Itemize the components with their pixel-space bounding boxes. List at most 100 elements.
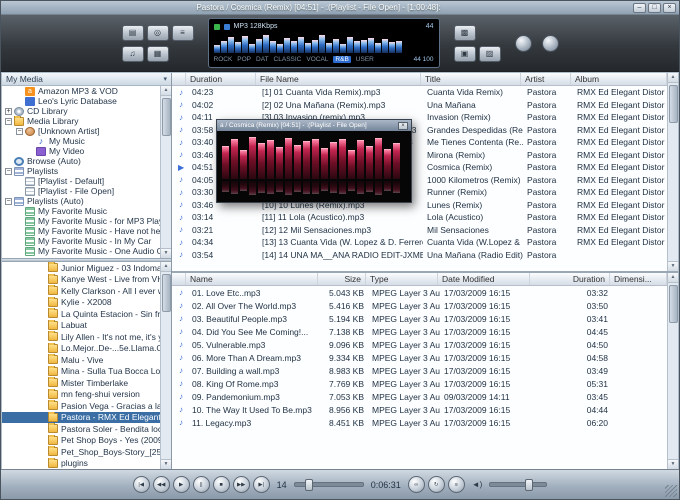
file-row[interactable]: ♪10. The Way It Used To Be.mp38.956 KBMP… [172, 403, 667, 416]
modified-column-header[interactable]: Date Modified [438, 273, 530, 285]
scrollbar-thumb[interactable] [669, 85, 678, 123]
rewind-button[interactable]: ◀◀ [153, 476, 170, 493]
media-tree-item[interactable]: Leo's Lyric Database [2, 96, 160, 106]
media-tree-item[interactable]: My Favorite Music [2, 206, 160, 216]
media-tree-item[interactable]: [Playlist - Default] [2, 176, 160, 186]
duration-column-header[interactable]: Duration [530, 273, 610, 285]
playlist-row[interactable]: ♪04:23[1] 01 Cuanta Vida Remix).mp3Cuant… [172, 86, 667, 99]
media-tree-item[interactable]: −Playlists [2, 166, 160, 176]
file-row[interactable]: ♪03. Beautiful People.mp35.194 KBMPEG La… [172, 312, 667, 325]
eq-preset[interactable]: USER [356, 56, 374, 63]
folder-tree-item[interactable]: Pet Shop Boys - Yes (2009 ... [2, 435, 160, 447]
media-tree-item[interactable]: My Music [2, 136, 160, 146]
folder-tree-item[interactable]: La Quinta Estacion - Sin fre... [2, 308, 160, 320]
size-column-header[interactable]: Size [318, 273, 366, 285]
title-column-header[interactable]: Title [421, 73, 521, 85]
close-button[interactable]: × [663, 3, 676, 13]
playlist-row[interactable]: ♪03:54[14] 14 UNA MA__ANA RADIO EDIT-JXM… [172, 249, 667, 262]
media-tree-item[interactable]: +CD Library [2, 106, 160, 116]
skin-button[interactable]: ▨ [479, 46, 501, 62]
previous-button[interactable]: |◀ [133, 476, 150, 493]
volume-slider[interactable] [489, 482, 547, 487]
scrollbar-thumb[interactable] [669, 285, 678, 323]
folder-tree-item[interactable]: Kylie - X2008 [2, 297, 160, 309]
folder-tree-item[interactable]: Mister Timberlake [2, 377, 160, 389]
eq-preset[interactable]: CLASSIC [274, 56, 302, 63]
visualization-button[interactable]: ▩ [454, 25, 476, 41]
scrollbar-thumb[interactable] [162, 98, 171, 136]
file-row[interactable]: ♪06. More Than A Dream.mp39.334 KBMPEG L… [172, 351, 667, 364]
folder-tree-item[interactable]: Pastora - RMX Ed Elegant E... [2, 412, 160, 424]
tree-expander-icon[interactable]: + [5, 108, 12, 115]
folder-tree-item[interactable]: Malu - Vive [2, 354, 160, 366]
media-tree-item[interactable]: Amazon MP3 & VOD [2, 86, 160, 96]
folder-tree-item[interactable]: Kanye West - Live from VH1... [2, 274, 160, 286]
balance-knob[interactable] [542, 35, 559, 52]
scrollbar-thumb[interactable] [162, 274, 171, 312]
duration-column-header[interactable]: Duration [186, 73, 256, 85]
scroll-up-icon[interactable]: ▲ [668, 73, 678, 83]
media-tree-item[interactable]: [Playlist - File Open] [2, 186, 160, 196]
equalizer-button[interactable]: ♫ [122, 46, 144, 62]
scroll-up-icon[interactable]: ▲ [161, 86, 171, 96]
file-row[interactable]: ♪05. Vulnerable.mp39.096 KBMPEG Layer 3 … [172, 338, 667, 351]
type-column-header[interactable]: Type [366, 273, 438, 285]
eq-preset[interactable]: R&B [333, 56, 350, 63]
open-disc-button[interactable]: ◎ [147, 25, 169, 41]
eq-preset[interactable]: VOCAL [306, 56, 328, 63]
shuffle-button[interactable]: ∞ [408, 476, 425, 493]
folder-tree-item[interactable]: Junior Miguez - 03 Indomabl... [2, 262, 160, 274]
media-tree-scrollbar[interactable]: ▲ ▼ [160, 86, 171, 258]
media-tree-item[interactable]: My Favorite Music - In My Car [2, 236, 160, 246]
eq-preset[interactable]: ROCK [214, 56, 233, 63]
playlist-row[interactable]: ♪04:34[13] 13 Cuanta Vida (W. Lopez & D.… [172, 236, 667, 249]
open-file-button[interactable]: ▤ [122, 25, 144, 41]
playlist-scrollbar[interactable]: ▲ ▼ [667, 73, 678, 271]
scroll-down-icon[interactable]: ▼ [668, 261, 678, 271]
file-row[interactable]: ♪01. Love Etc..mp35.043 KBMPEG Layer 3 A… [172, 286, 667, 299]
next-button[interactable]: ▶| [253, 476, 270, 493]
file-row[interactable]: ♪07. Building a wall.mp38.983 KBMPEG Lay… [172, 364, 667, 377]
close-icon[interactable]: × [398, 122, 408, 130]
repeat-button[interactable]: ↻ [428, 476, 445, 493]
stop-button[interactable]: ■ [213, 476, 230, 493]
file-row[interactable]: ♪08. King Of Rome.mp37.769 KBMPEG Layer … [172, 377, 667, 390]
name-column-header[interactable]: Name [186, 273, 318, 285]
scroll-down-icon[interactable]: ▼ [161, 248, 171, 258]
playlist-row[interactable]: ♪04:02[2] 02 Una Mañana (Remix).mp3Una M… [172, 99, 667, 112]
tree-expander-icon[interactable]: − [5, 168, 12, 175]
icon-column-header[interactable] [172, 73, 186, 85]
title-bar[interactable]: Pastora / Cosmica (Remix) [04:51] - :(Pl… [1, 1, 679, 15]
media-tree-item[interactable]: My Favorite Music - for MP3 Player (1G..… [2, 216, 160, 226]
media-panel-header[interactable]: My Media ▾ [2, 73, 171, 86]
filename-column-header[interactable]: File Name [256, 73, 421, 85]
chevron-down-icon[interactable]: ▾ [163, 75, 167, 83]
folder-tree-item[interactable]: Lo.Mejor..De-...5e.Llama.C... [2, 343, 160, 355]
media-library-button[interactable]: ▣ [454, 46, 476, 62]
media-tree-item[interactable]: My Favorite Music - One Audio CD [2, 246, 160, 256]
artist-column-header[interactable]: Artist [521, 73, 571, 85]
resize-grip[interactable] [665, 485, 677, 497]
minimize-button[interactable]: – [633, 3, 646, 13]
file-list-scrollbar[interactable]: ▲ ▼ [667, 273, 678, 469]
media-tree-item[interactable]: My Video [2, 146, 160, 156]
scroll-down-icon[interactable]: ▼ [668, 459, 678, 469]
seek-slider[interactable] [294, 482, 364, 487]
folder-tree-item[interactable]: Lily Allen - It's not me, it's y... [2, 331, 160, 343]
folder-tree-item[interactable]: plugins [2, 458, 160, 470]
folder-tree-item[interactable]: Labuat [2, 320, 160, 332]
folder-tree-item[interactable]: Pasion Vega - Gracias a la V... [2, 400, 160, 412]
eq-preset[interactable]: POP [237, 56, 251, 63]
maximize-button[interactable]: □ [648, 3, 661, 13]
file-row[interactable]: ♪02. All Over The World.mp35.416 KBMPEG … [172, 299, 667, 312]
pause-button[interactable]: || [193, 476, 210, 493]
speaker-icon[interactable]: ◄) [472, 480, 483, 489]
eq-preset[interactable]: DAT [256, 56, 269, 63]
equalizer-toggle-button[interactable]: ≡ [448, 476, 465, 493]
scroll-down-icon[interactable]: ▼ [161, 459, 171, 469]
playlist-row[interactable]: ♪03:14[11] 11 Lola (Acustico).mp3Lola (A… [172, 211, 667, 224]
folder-tree-item[interactable]: mn feng-shui version [2, 389, 160, 401]
folder-tree-item[interactable]: Pet_Shop_Boys-Story_[25... [2, 446, 160, 458]
media-tree-item[interactable]: −[Unknown Artist] [2, 126, 160, 136]
media-tree-item[interactable]: −Playlists (Auto) [2, 196, 160, 206]
